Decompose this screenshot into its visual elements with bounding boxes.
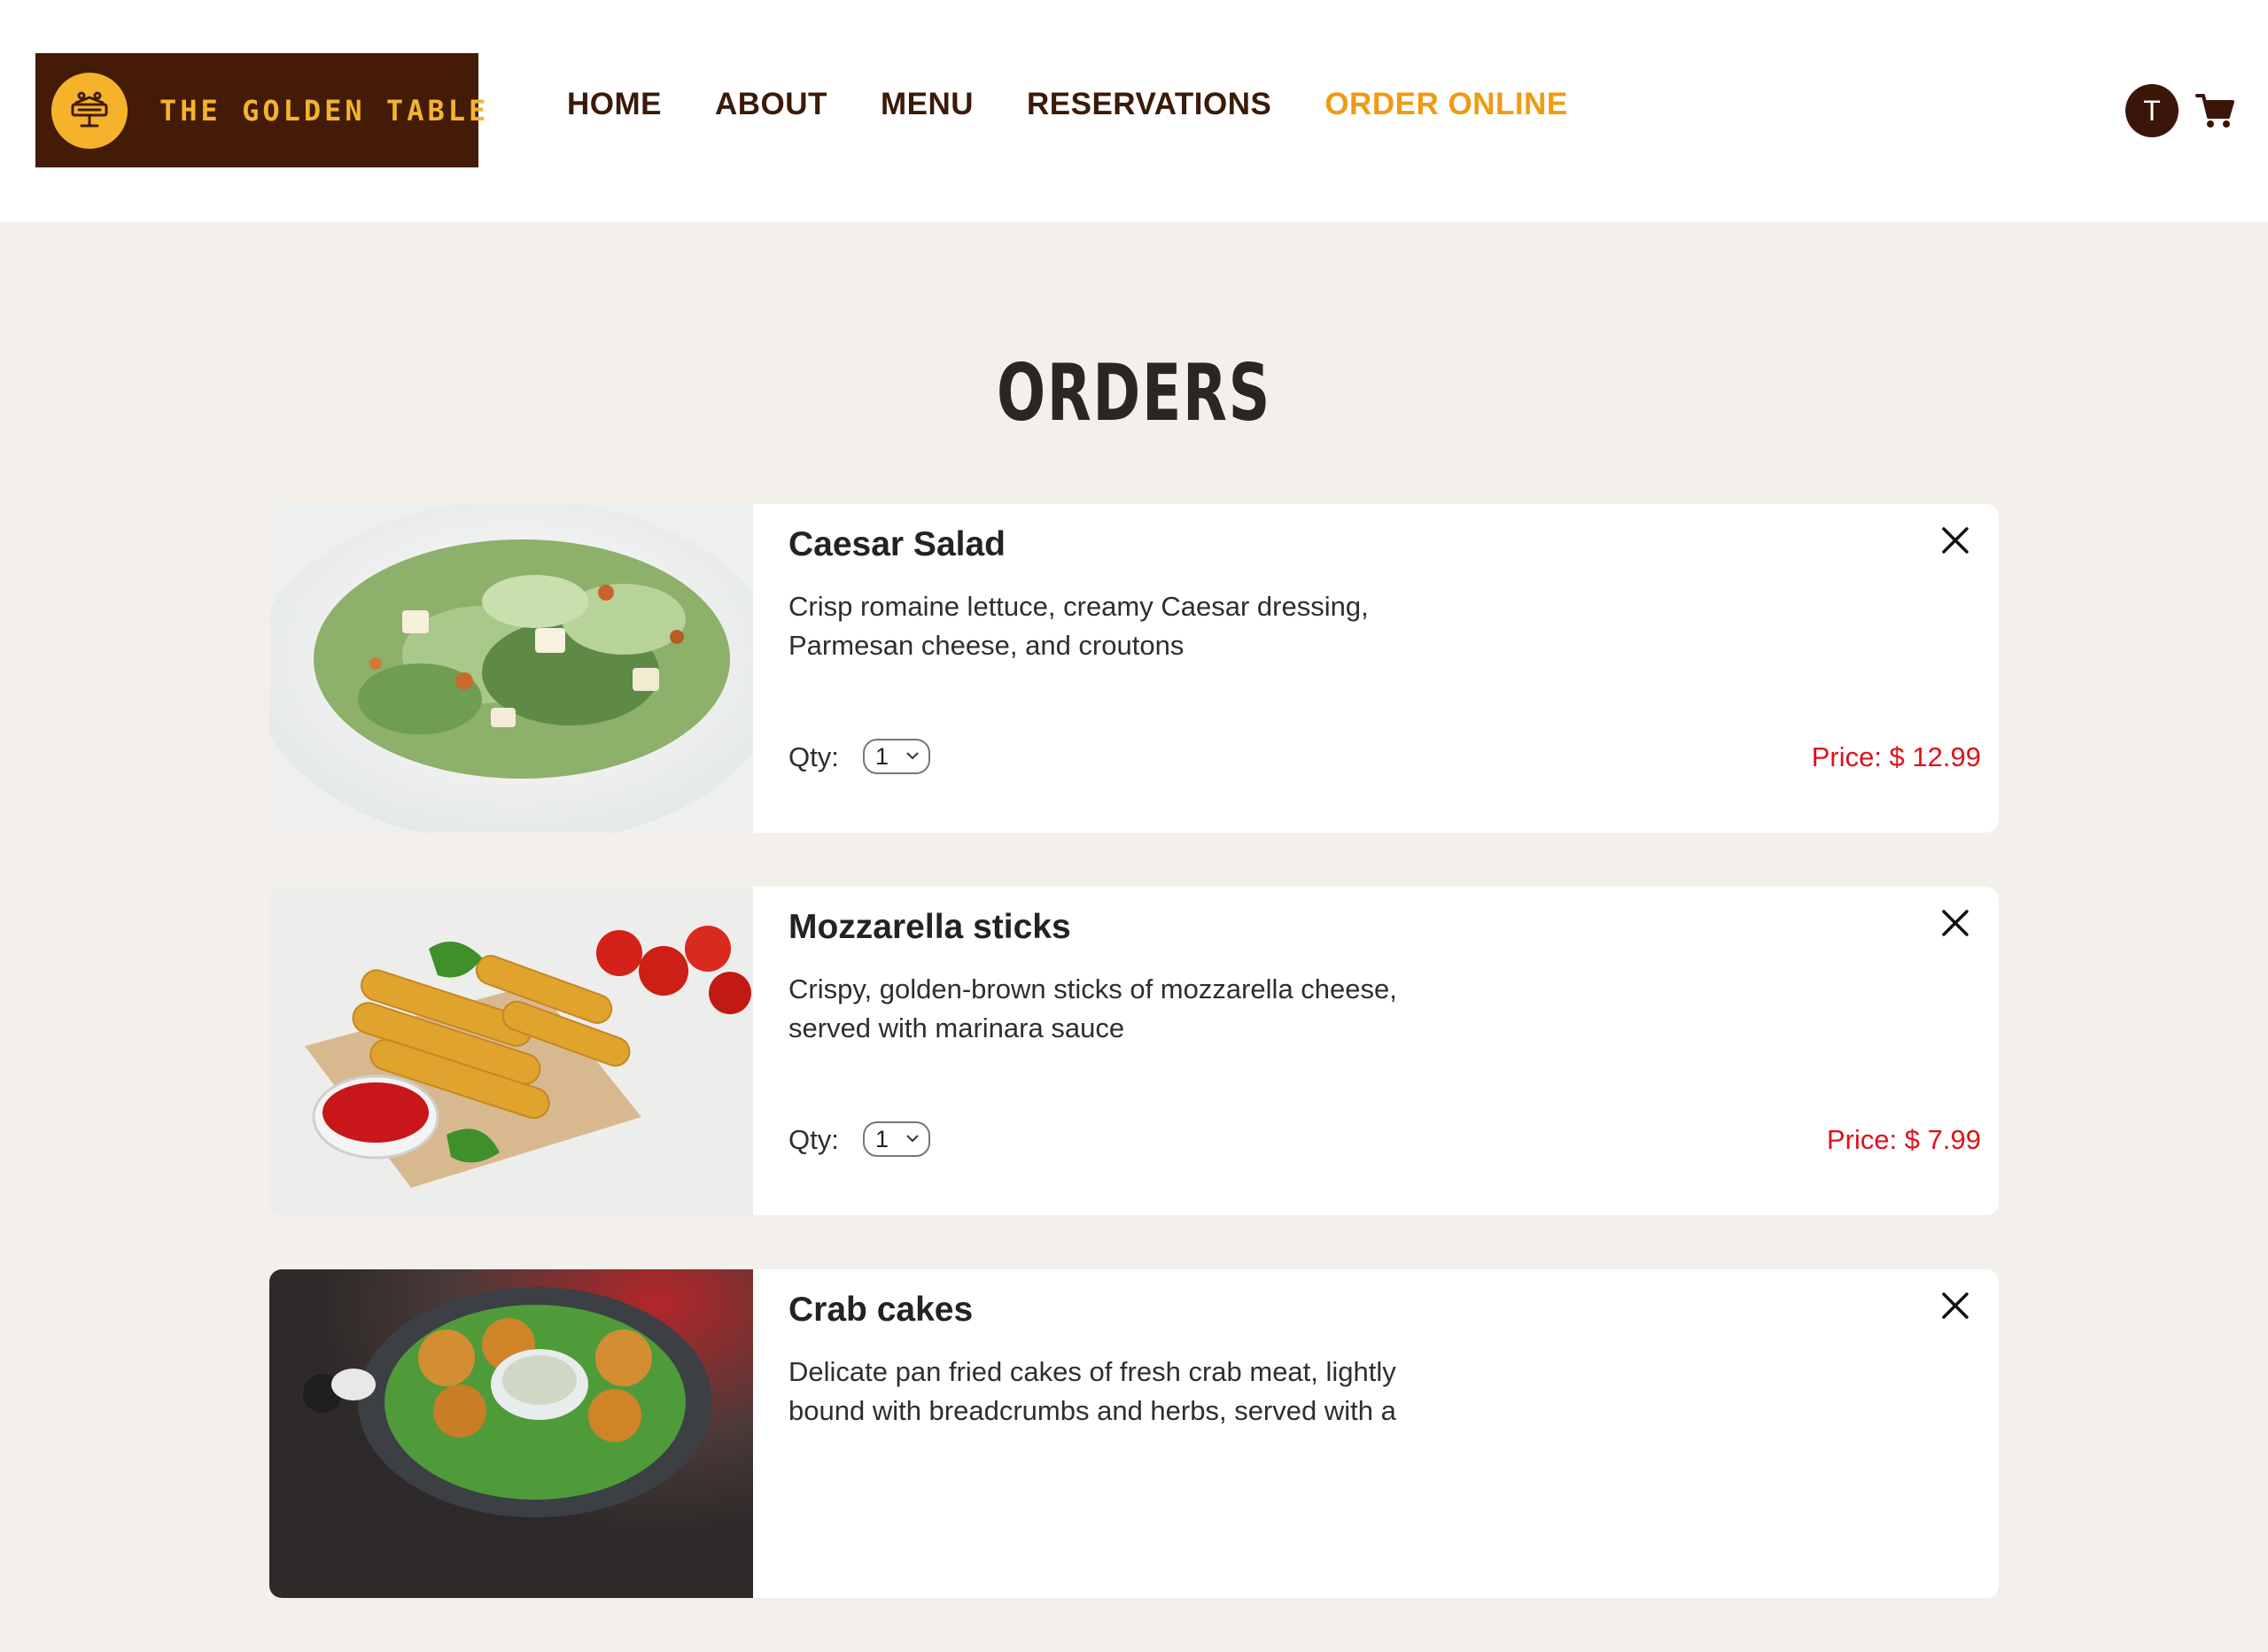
order-description: Delicate pan fried cakes of fresh crab m… bbox=[788, 1356, 1396, 1426]
quantity-value: 1 bbox=[875, 1125, 889, 1152]
order-card: Crab cakes Delicate pan fried cakes of f… bbox=[269, 1269, 1999, 1598]
nav-home[interactable]: HOME bbox=[567, 87, 662, 122]
qty-label: Qty: bbox=[788, 741, 839, 772]
nav-menu[interactable]: MENU bbox=[881, 87, 974, 122]
order-name: Mozzarella sticks bbox=[788, 908, 1071, 946]
order-name: Caesar Salad bbox=[788, 525, 1006, 563]
order-price: Price: $ 7.99 bbox=[1826, 1124, 1981, 1155]
order-description: Crispy, golden-brown sticks of mozzarell… bbox=[788, 973, 1397, 1043]
quantity-select[interactable]: 1 bbox=[863, 1121, 930, 1157]
crab-cakes-photo bbox=[269, 1269, 753, 1598]
order-card: Caesar Salad Crisp romaine lettuce, crea… bbox=[269, 504, 1999, 833]
order-description: Crisp romaine lettuce, creamy Caesar dre… bbox=[788, 591, 1369, 661]
remove-item-close-icon[interactable] bbox=[1938, 1289, 1972, 1322]
nav-order-online[interactable]: ORDER ONLINE bbox=[1324, 87, 1567, 122]
quantity-value: 1 bbox=[875, 742, 889, 770]
remove-item-close-icon[interactable] bbox=[1938, 524, 1972, 557]
main-nav: HOME ABOUT MENU RESERVATIONS ORDER ONLIN… bbox=[567, 87, 1568, 122]
site-header: THE GOLDEN TABLE HOME ABOUT MENU RESERVA… bbox=[0, 0, 2268, 221]
orders-list: Caesar Salad Crisp romaine lettuce, crea… bbox=[269, 504, 1999, 1652]
user-avatar[interactable]: T bbox=[2125, 84, 2179, 137]
chevron-down-icon bbox=[906, 752, 919, 760]
table-icon bbox=[51, 72, 128, 149]
chevron-down-icon bbox=[906, 1135, 919, 1143]
cart-icon[interactable] bbox=[2195, 92, 2234, 129]
user-initial: T bbox=[2143, 94, 2161, 127]
caesar-salad-photo bbox=[269, 504, 753, 833]
order-card: Mozzarella sticks Crispy, golden-brown s… bbox=[269, 887, 1999, 1215]
page-title: ORDERS bbox=[996, 347, 1272, 438]
order-price: Price: $ 12.99 bbox=[1811, 741, 1981, 772]
logo-text: THE GOLDEN TABLE bbox=[159, 93, 490, 128]
order-name: Crab cakes bbox=[788, 1291, 974, 1329]
quantity-select[interactable]: 1 bbox=[863, 739, 930, 774]
remove-item-close-icon[interactable] bbox=[1938, 906, 1972, 940]
qty-label: Qty: bbox=[788, 1124, 839, 1155]
nav-reservations[interactable]: RESERVATIONS bbox=[1027, 87, 1271, 122]
site-logo[interactable]: THE GOLDEN TABLE bbox=[35, 53, 485, 167]
nav-about[interactable]: ABOUT bbox=[715, 87, 827, 122]
mozzarella-sticks-photo bbox=[269, 887, 753, 1215]
